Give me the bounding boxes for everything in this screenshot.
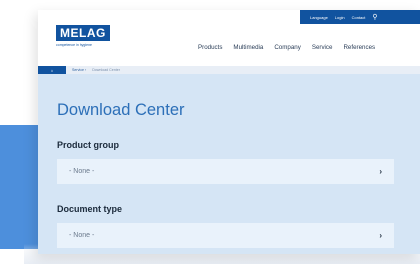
login-link[interactable]: Login: [335, 15, 345, 20]
home-icon[interactable]: ⌂: [38, 66, 66, 74]
product-group-label: Product group: [57, 140, 119, 150]
nav-products[interactable]: Products: [198, 44, 222, 51]
product-group-select[interactable]: - None - ›: [57, 159, 394, 184]
product-group-value: - None -: [69, 168, 95, 175]
nav-company[interactable]: Company: [274, 44, 300, 51]
chevron-right-icon: ›: [379, 231, 382, 240]
breadcrumb-service[interactable]: Service ›: [72, 68, 86, 72]
language-link[interactable]: Language: [310, 15, 328, 20]
download-center-panel: Download Center Product group - None - ›…: [38, 74, 420, 254]
nav-multimedia[interactable]: Multimedia: [233, 44, 263, 51]
nav-references[interactable]: References: [343, 44, 375, 51]
utility-bar: Language Login Contact ⚲: [300, 10, 420, 24]
breadcrumb: ⌂ Service › Download Center: [38, 66, 420, 74]
browser-page: MELAG competence in hygiene Language Log…: [38, 10, 420, 254]
logo-tagline: competence in hygiene: [56, 43, 92, 47]
main-nav: Products Multimedia Company Service Refe…: [198, 44, 375, 51]
chevron-right-icon: ›: [379, 167, 382, 176]
logo-wordmark: MELAG: [56, 25, 110, 41]
melag-logo[interactable]: MELAG competence in hygiene: [56, 24, 110, 47]
site-header: MELAG competence in hygiene Language Log…: [38, 10, 420, 66]
contact-link[interactable]: Contact: [352, 15, 366, 20]
page-title: Download Center: [57, 101, 185, 119]
nav-service[interactable]: Service: [312, 44, 333, 51]
breadcrumb-current: Download Center: [92, 68, 120, 72]
document-type-select[interactable]: - None - ›: [57, 223, 394, 248]
document-type-value: - None -: [69, 232, 95, 239]
document-type-label: Document type: [57, 204, 123, 214]
search-icon[interactable]: ⚲: [372, 14, 377, 21]
